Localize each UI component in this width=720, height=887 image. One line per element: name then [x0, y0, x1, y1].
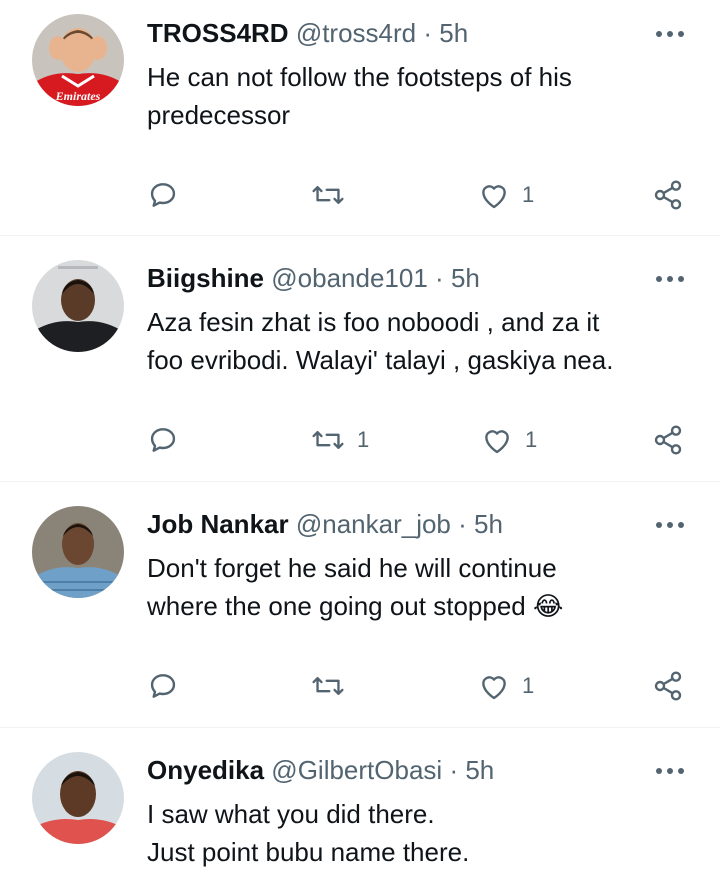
- display-name[interactable]: Biigshine: [147, 263, 264, 293]
- retweet-icon: [312, 185, 344, 205]
- tweet-text: Aza fesin zhat is foo noboodi , and za i…: [147, 307, 614, 375]
- reply-button[interactable]: [147, 420, 179, 460]
- like-button[interactable]: 1: [478, 175, 534, 215]
- display-name[interactable]: Onyedika: [147, 755, 264, 785]
- more-icon: [656, 768, 684, 774]
- handle[interactable]: @tross4rd: [296, 18, 416, 48]
- tweet-header: Biigshine @obande101 · 5h: [147, 262, 650, 294]
- avatar[interactable]: [32, 752, 124, 844]
- reply-tweet[interactable]: Emirates TROSS4RD @tross4rd · 5h He can …: [0, 0, 720, 236]
- share-icon: [654, 180, 682, 210]
- share-button[interactable]: [652, 420, 684, 460]
- retweet-icon: [312, 430, 344, 450]
- share-icon: [654, 671, 682, 701]
- tweet-header: TROSS4RD @tross4rd · 5h: [147, 17, 650, 49]
- retweet-icon: [312, 676, 344, 696]
- share-button[interactable]: [652, 666, 684, 706]
- handle[interactable]: @obande101: [271, 263, 428, 293]
- like-button[interactable]: 1: [478, 666, 534, 706]
- retweet-button[interactable]: [311, 666, 357, 706]
- share-icon: [654, 425, 682, 455]
- more-options-button[interactable]: [654, 509, 686, 541]
- replies-feed: Emirates TROSS4RD @tross4rd · 5h He can …: [0, 0, 720, 887]
- tweet-text: Don't forget he said he will continue wh…: [147, 553, 564, 621]
- retweet-button[interactable]: 1: [311, 420, 369, 460]
- separator: ·: [435, 263, 444, 293]
- like-count: 1: [525, 427, 538, 452]
- avatar[interactable]: [32, 506, 124, 598]
- more-options-button[interactable]: [654, 263, 686, 295]
- tweet-text: I saw what you did there. Just point bub…: [147, 799, 470, 867]
- timestamp[interactable]: 5h: [474, 509, 503, 539]
- more-icon: [656, 276, 684, 282]
- like-count: 1: [522, 182, 535, 207]
- handle[interactable]: @GilbertObasi: [271, 755, 442, 785]
- like-icon: [482, 185, 506, 209]
- laughing-emoji: 😂: [532, 591, 564, 621]
- separator: ·: [458, 509, 467, 539]
- timestamp[interactable]: 5h: [439, 18, 468, 48]
- retweet-count: 1: [357, 427, 370, 452]
- share-button[interactable]: [652, 175, 684, 215]
- tweet-text: He can not follow the footsteps of his p…: [147, 62, 572, 130]
- separator: ·: [449, 755, 459, 785]
- reply-icon: [150, 428, 176, 452]
- display-name[interactable]: TROSS4RD: [147, 18, 289, 48]
- more-icon: [656, 522, 684, 528]
- reply-button[interactable]: [147, 666, 179, 706]
- reply-tweet[interactable]: Onyedika @GilbertObasi · 5h I saw what y…: [0, 728, 720, 887]
- action-bar: 1: [0, 666, 720, 706]
- tweet-header: Onyedika @GilbertObasi · 5h: [147, 754, 650, 786]
- display-name[interactable]: Job Nankar: [147, 509, 289, 539]
- reply-button[interactable]: [147, 175, 179, 215]
- reply-icon: [150, 183, 176, 207]
- timestamp[interactable]: 5h: [465, 755, 494, 785]
- avatar[interactable]: Emirates: [32, 14, 124, 106]
- separator: ·: [423, 18, 433, 48]
- action-bar: 1 1: [0, 420, 720, 460]
- more-options-button[interactable]: [654, 18, 686, 50]
- tweet-header: Job Nankar @nankar_job · 5h: [147, 508, 650, 540]
- handle[interactable]: @nankar_job: [296, 509, 451, 539]
- retweet-button[interactable]: [311, 175, 357, 215]
- timestamp[interactable]: 5h: [451, 263, 480, 293]
- svg-text:Emirates: Emirates: [55, 89, 101, 103]
- avatar[interactable]: [32, 260, 124, 352]
- like-button[interactable]: 1: [481, 420, 537, 460]
- reply-tweet[interactable]: Job Nankar @nankar_job · 5h Don't forget…: [0, 482, 720, 728]
- action-bar: 1: [0, 175, 720, 215]
- like-icon: [482, 676, 506, 700]
- more-options-button[interactable]: [654, 755, 686, 787]
- reply-icon: [150, 674, 176, 698]
- reply-tweet[interactable]: Biigshine @obande101 · 5h Aza fesin zhat…: [0, 236, 720, 482]
- like-count: 1: [522, 673, 535, 698]
- like-icon: [485, 430, 509, 454]
- more-icon: [656, 31, 684, 37]
